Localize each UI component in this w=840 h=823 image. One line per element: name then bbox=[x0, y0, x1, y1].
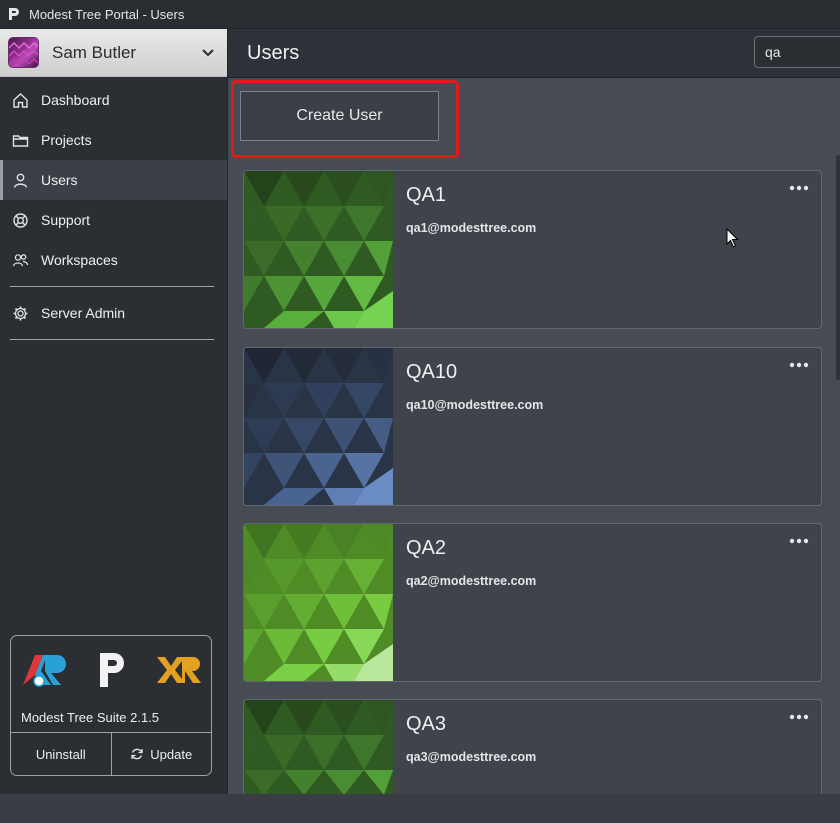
user-thumbnail bbox=[244, 171, 393, 328]
user-icon bbox=[12, 172, 29, 189]
update-label: Update bbox=[150, 746, 193, 762]
user-email: qa2@modesttree.com bbox=[406, 574, 537, 588]
uninstall-button[interactable]: Uninstall bbox=[11, 733, 111, 775]
chevron-down-icon[interactable] bbox=[201, 46, 215, 60]
sidebar-item-support[interactable]: Support bbox=[0, 200, 227, 240]
user-name: Sam Butler bbox=[52, 42, 137, 62]
user-email: qa10@modesttree.com bbox=[406, 398, 544, 412]
user-name[interactable]: QA2 bbox=[406, 537, 446, 560]
uninstall-label: Uninstall bbox=[35, 746, 86, 762]
refresh-icon bbox=[130, 747, 144, 761]
sidebar-item-label: Server Admin bbox=[41, 305, 126, 321]
sidebar-item-server-admin[interactable]: Server Admin bbox=[0, 293, 227, 333]
gear-icon bbox=[12, 305, 29, 322]
sidebar-item-projects[interactable]: Projects bbox=[0, 120, 227, 160]
main-content: Users Create User QA1 qa1@modesttree.com bbox=[228, 29, 840, 794]
user-name[interactable]: QA3 bbox=[406, 713, 446, 736]
search-input[interactable] bbox=[754, 36, 840, 68]
sidebar-item-label: Dashboard bbox=[41, 92, 110, 108]
user-thumbnail bbox=[244, 700, 393, 794]
page-header: Users bbox=[228, 29, 840, 78]
more-options-icon[interactable] bbox=[787, 708, 811, 726]
sidebar-item-users[interactable]: Users bbox=[0, 160, 227, 200]
suite-actions: Uninstall Update bbox=[11, 732, 211, 775]
sidebar-item-label: Projects bbox=[41, 132, 92, 148]
ar-logo-icon[interactable] bbox=[21, 651, 69, 694]
lifebuoy-icon bbox=[12, 212, 29, 229]
portal-logo-icon bbox=[7, 7, 21, 21]
status-bar bbox=[0, 794, 840, 823]
home-icon bbox=[12, 92, 29, 109]
sidebar-item-label: Users bbox=[41, 172, 78, 188]
more-options-icon[interactable] bbox=[787, 532, 811, 550]
user-name[interactable]: QA10 bbox=[406, 361, 457, 384]
user-card[interactable]: QA3 qa3@modesttree.com bbox=[243, 699, 822, 794]
users-icon bbox=[12, 252, 29, 269]
suite-version-label: Modest Tree Suite 2.1.5 bbox=[21, 710, 160, 725]
sidebar-item-label: Workspaces bbox=[41, 252, 118, 268]
user-thumbnail bbox=[244, 524, 393, 681]
user-card[interactable]: QA2 qa2@modesttree.com bbox=[243, 523, 822, 682]
user-card[interactable]: QA1 qa1@modesttree.com bbox=[243, 170, 822, 329]
folder-icon bbox=[12, 132, 29, 149]
user-email: qa3@modesttree.com bbox=[406, 750, 537, 764]
suite-panel: Modest Tree Suite 2.1.5 Uninstall Update bbox=[10, 635, 212, 776]
sidebar-item-label: Support bbox=[41, 212, 91, 228]
divider bbox=[10, 339, 214, 340]
user-email: qa1@modesttree.com bbox=[406, 221, 537, 235]
update-button[interactable]: Update bbox=[110, 733, 212, 775]
sidebar-item-dashboard[interactable]: Dashboard bbox=[0, 80, 227, 120]
suite-logos bbox=[11, 636, 211, 694]
create-user-button[interactable]: Create User bbox=[240, 91, 439, 141]
scrollbar[interactable] bbox=[836, 155, 840, 380]
sidebar-item-workspaces[interactable]: Workspaces bbox=[0, 240, 227, 280]
title-bar: Modest Tree Portal - Users bbox=[0, 0, 840, 29]
window-title: Modest Tree Portal - Users bbox=[29, 6, 185, 22]
mouse-cursor-icon bbox=[726, 227, 740, 248]
page-title: Users bbox=[247, 41, 300, 64]
user-card[interactable]: QA10 qa10@modesttree.com bbox=[243, 347, 822, 506]
avatar bbox=[8, 37, 39, 68]
nav-list: Dashboard Projects Users Support Workspa… bbox=[0, 77, 227, 340]
more-options-icon[interactable] bbox=[787, 356, 811, 374]
user-menu[interactable]: Sam Butler bbox=[0, 29, 227, 77]
user-thumbnail bbox=[244, 348, 393, 505]
divider bbox=[10, 286, 214, 287]
xr-logo-icon[interactable] bbox=[155, 651, 203, 694]
user-name[interactable]: QA1 bbox=[406, 184, 446, 207]
more-options-icon[interactable] bbox=[787, 179, 811, 197]
sidebar: Sam Butler Dashboard Projects Users Supp… bbox=[0, 29, 228, 794]
portal-logo-icon[interactable] bbox=[96, 651, 128, 694]
